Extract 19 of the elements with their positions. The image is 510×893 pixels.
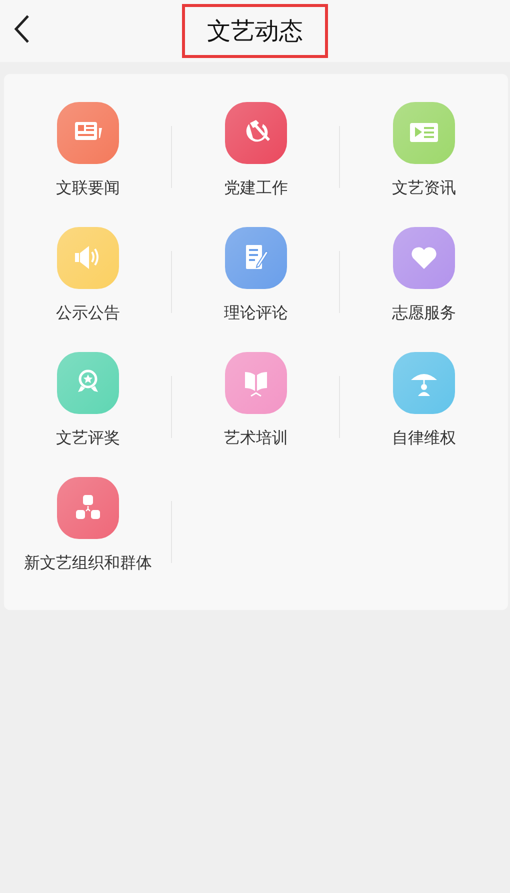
menu-label[interactable]: 新文艺组织和群体 <box>24 553 152 574</box>
menu-label[interactable]: 文联要闻 <box>56 178 120 199</box>
heart-icon[interactable] <box>393 227 455 289</box>
award-icon[interactable] <box>57 352 119 414</box>
menu-label[interactable]: 公示公告 <box>56 303 120 324</box>
edit-icon[interactable] <box>225 227 287 289</box>
book-icon[interactable] <box>225 352 287 414</box>
menu-label[interactable]: 党建工作 <box>224 178 288 199</box>
menu-label[interactable]: 艺术培训 <box>224 428 288 449</box>
menu-label[interactable]: 文艺评奖 <box>56 428 120 449</box>
menu-label[interactable]: 理论评论 <box>224 303 288 324</box>
menu-label[interactable]: 文艺资讯 <box>392 178 456 199</box>
news-icon[interactable] <box>57 102 119 164</box>
video-icon[interactable] <box>393 102 455 164</box>
speaker-icon[interactable] <box>57 227 119 289</box>
menu-label[interactable]: 志愿服务 <box>392 303 456 324</box>
umbrella-icon[interactable] <box>393 352 455 414</box>
page-title: 文艺动态 <box>182 4 328 58</box>
menu-label[interactable]: 自律维权 <box>392 428 456 449</box>
